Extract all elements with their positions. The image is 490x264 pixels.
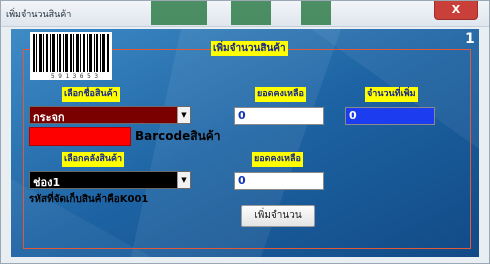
close-icon: X <box>451 3 461 16</box>
product-combobox-value: กระจก <box>33 111 65 124</box>
warehouse-label: เลือกคลังสินค้า <box>62 152 125 167</box>
add-quantity-label: จำนวนที่เพิ่ม <box>365 87 418 102</box>
warehouse-balance-label: ยอดคงเหลือ <box>252 152 303 167</box>
background-window-strip <box>301 1 331 25</box>
warehouse-balance-field[interactable]: 0 <box>234 172 324 190</box>
page-number: 1 <box>465 31 475 47</box>
window-title: เพิ่มจำนวนสินค้า <box>6 10 72 20</box>
warehouse-combobox[interactable]: ช่อง1 ▼ <box>29 171 191 189</box>
barcode-input[interactable] <box>29 127 131 146</box>
storage-code-text: รหัสที่จัดเก็บสินค้าคือK001 <box>29 194 149 205</box>
add-quantity-field[interactable]: 0 <box>345 107 435 125</box>
chevron-down-icon[interactable]: ▼ <box>177 107 190 123</box>
stock-balance-label: ยอดคงเหลือ <box>255 87 306 102</box>
title-bar: เพิ่มจำนวนสินค้า X <box>1 1 489 27</box>
background-window-strip <box>231 1 271 25</box>
page-title: เพิ่มจำนวนสินค้า <box>211 41 288 56</box>
product-combobox[interactable]: กระจก ▼ <box>29 106 191 124</box>
product-label: เลือกชื่อสินค้า <box>62 87 120 102</box>
app-window: เพิ่มจำนวนสินค้า X 1 5 9 1 3 6 5 3 เพิ่ม… <box>0 0 490 264</box>
barcode-label: Barcodeสินค้า <box>135 129 221 143</box>
form-panel: 1 5 9 1 3 6 5 3 เพิ่มจำนวนสินค้า เลือกชื… <box>11 29 479 257</box>
warehouse-combobox-value: ช่อง1 <box>33 176 61 189</box>
stock-balance-field[interactable]: 0 <box>234 107 324 125</box>
chevron-down-icon[interactable]: ▼ <box>177 172 190 188</box>
background-window-strip <box>151 1 207 25</box>
close-button[interactable]: X <box>434 1 478 20</box>
add-quantity-button[interactable]: เพิ่มจำนวน <box>241 205 315 227</box>
